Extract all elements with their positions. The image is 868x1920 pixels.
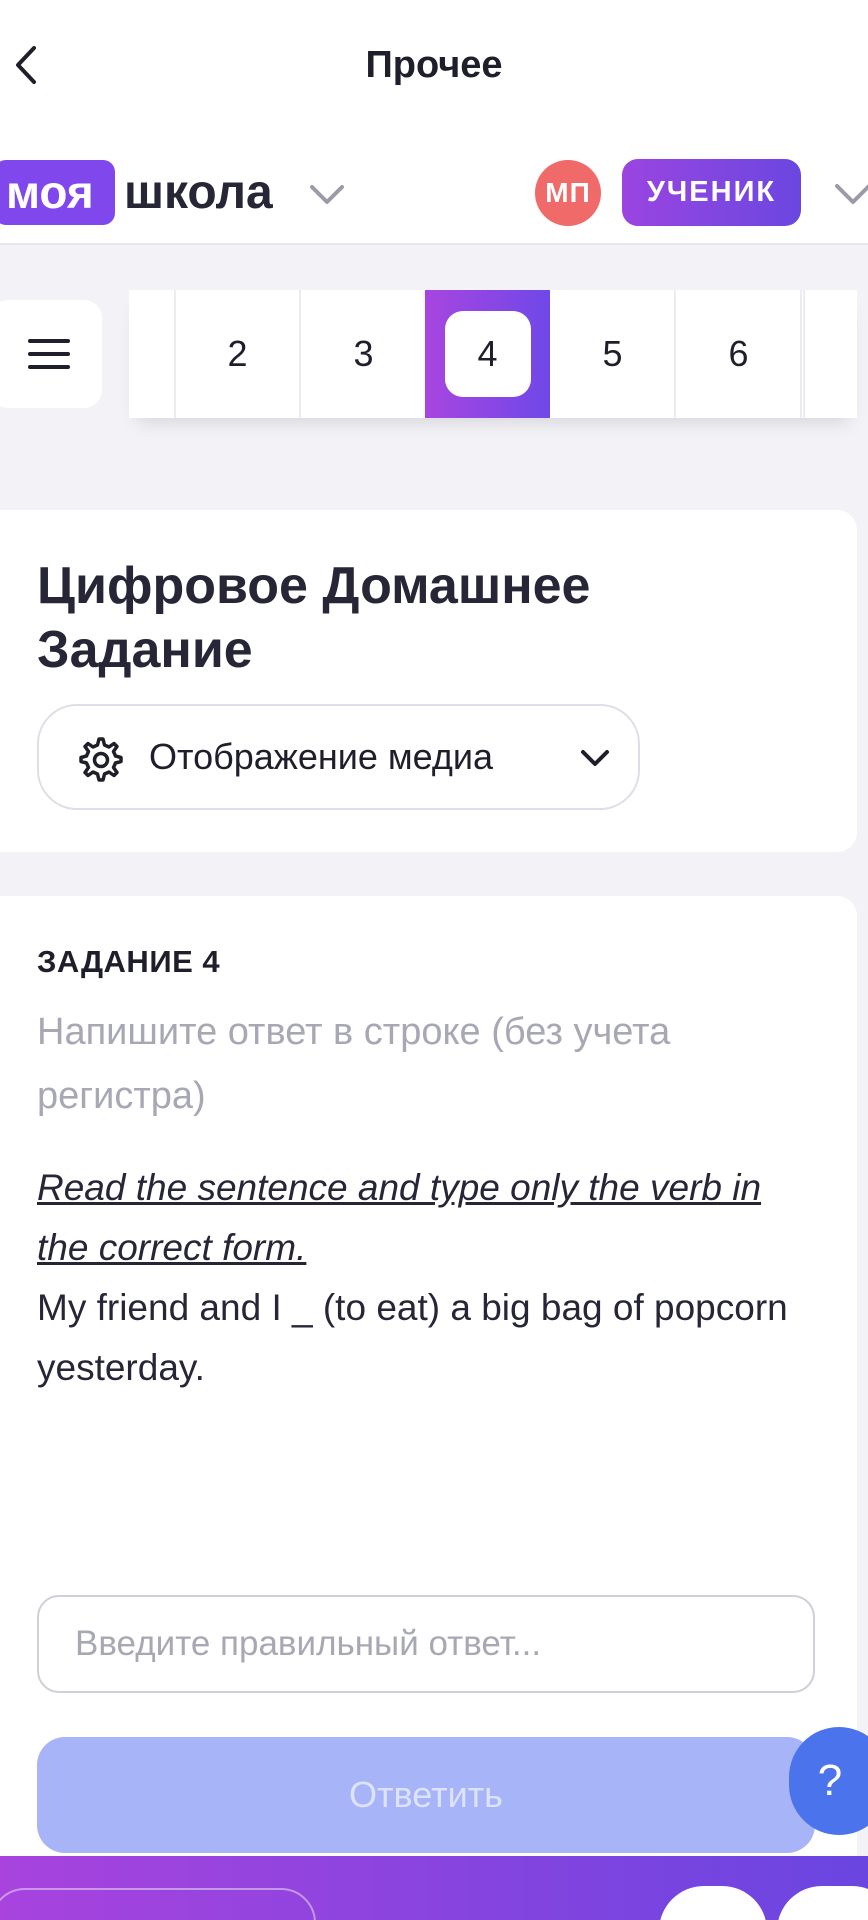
task-number-tabs: 2 3 4 5 6	[129, 290, 857, 418]
menu-button[interactable]	[0, 300, 102, 408]
task-tab-partial[interactable]	[803, 290, 857, 418]
task-instruction: Read the sentence and type only the verb…	[37, 1167, 762, 1268]
homework-header-card: Цифровое Домашнее Задание Отображение ме…	[0, 510, 857, 852]
task-tab-label: 3	[353, 333, 374, 374]
task-tab-label: 4	[477, 333, 498, 374]
task-tab-label: 5	[602, 333, 623, 374]
hamburger-icon-bar	[28, 352, 70, 356]
bottom-bar-pill[interactable]	[0, 1888, 316, 1920]
bottom-bar	[0, 1856, 868, 1920]
school-selector-chevron[interactable]	[306, 175, 348, 215]
hamburger-icon	[28, 339, 70, 343]
submit-answer-button[interactable]: Ответить	[37, 1737, 815, 1853]
bottom-bar-button[interactable]	[659, 1886, 767, 1920]
task-tab-partial[interactable]	[129, 290, 176, 418]
homework-title: Цифровое Домашнее Задание	[37, 557, 591, 679]
task-tab-3[interactable]: 3	[302, 290, 427, 418]
chevron-down-icon	[581, 750, 609, 766]
page-title: Прочее	[365, 44, 503, 86]
gear-icon	[79, 737, 123, 782]
task-tab-4[interactable]: 4	[425, 290, 550, 418]
chevron-down-icon	[310, 185, 344, 204]
task-label: ЗАДАНИЕ 4	[37, 944, 221, 979]
role-selector-chevron[interactable]	[833, 176, 868, 214]
task-tab-label: 2	[227, 333, 248, 374]
answer-input[interactable]	[37, 1595, 815, 1693]
task-tab-label: 6	[728, 333, 749, 374]
logo-moya: моя	[0, 160, 115, 225]
task-sentence: My friend and I _ (to eat) a big bag of …	[37, 1287, 788, 1388]
role-badge[interactable]: УЧЕНИК	[622, 159, 801, 226]
top-bar: Прочее моя школа МП УЧЕНИК	[0, 0, 868, 245]
task-tab-5[interactable]: 5	[551, 290, 676, 418]
task-card: ЗАДАНИЕ 4 Напишите ответ в строке (без у…	[0, 896, 857, 1920]
media-display-label: Отображение медиа	[149, 736, 494, 777]
chevron-down-icon	[835, 184, 868, 204]
task-hint: Напишите ответ в строке (без учета регис…	[37, 1011, 671, 1117]
bottom-bar-button[interactable]	[777, 1886, 868, 1920]
logo-shkola: школа	[124, 166, 273, 219]
task-tab-2[interactable]: 2	[176, 290, 301, 418]
task-tab-6[interactable]: 6	[677, 290, 802, 418]
avatar[interactable]: МП	[535, 160, 601, 226]
media-display-button[interactable]: Отображение медиа	[37, 704, 640, 810]
hamburger-icon-bar	[28, 365, 70, 369]
active-tab-box: 4	[444, 311, 531, 397]
